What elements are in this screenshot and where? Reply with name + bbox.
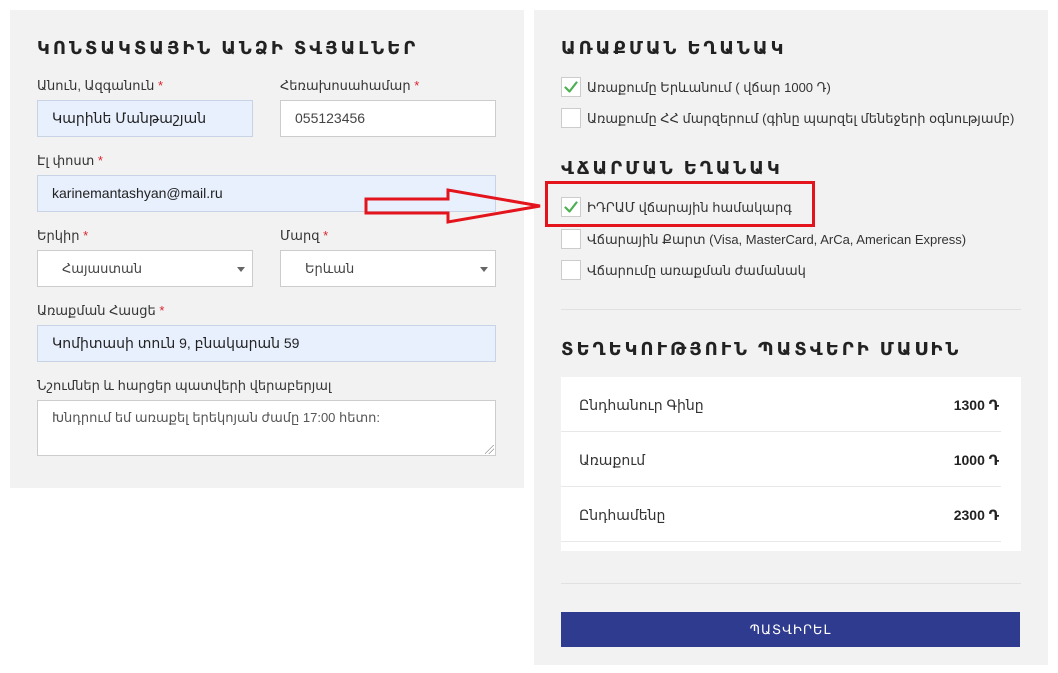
- required-marker: *: [83, 228, 89, 243]
- summary-value: 1000 Դ: [953, 452, 999, 468]
- country-label-text: Երկիր: [37, 228, 80, 243]
- delivery-checkbox-regions[interactable]: [561, 108, 581, 128]
- address-input[interactable]: Կոմիտասի տուն 9, բնակարան 59: [37, 325, 496, 362]
- checkmark-icon: [564, 81, 578, 93]
- divider: [561, 309, 1021, 310]
- region-label: Մարզ *: [280, 228, 328, 244]
- delivery-section-title: ԱՌԱՔՄԱՆ ԵՂԱՆԱԿ: [561, 38, 787, 58]
- notes-text: Խնդրում եմ առաքել երեկոյան ժամը 17:00 հե…: [52, 410, 380, 425]
- required-marker: *: [323, 228, 329, 243]
- summary-row-subtotal: Ընդհանուր Գինը 1300 Դ: [561, 377, 1001, 432]
- divider: [561, 583, 1021, 584]
- summary-value: 2300 Դ: [953, 507, 999, 523]
- country-label: Երկիր *: [37, 228, 88, 244]
- order-info-section-title: ՏԵՂԵԿՈՒԹՅՈՒՆ ՊԱՏՎԵՐԻ ՄԱՍԻՆ: [561, 339, 962, 359]
- delivery-checkbox-yerevan[interactable]: [561, 77, 581, 97]
- summary-value: 1300 Դ: [953, 397, 999, 413]
- red-arrow-annotation: [364, 188, 541, 224]
- summary-row-delivery: Առաքում 1000 Դ: [561, 432, 1001, 487]
- required-marker: *: [159, 303, 165, 318]
- row-separator: [561, 541, 1001, 542]
- notes-label: Նշումներ և հարցեր պատվերի վերաբերյալ: [37, 378, 332, 393]
- order-options-panel: ԱՌԱՔՄԱՆ ԵՂԱՆԱԿ Առաքումը Երևանում ( վճար …: [534, 10, 1048, 665]
- place-order-button[interactable]: ՊԱՏՎԻՐԵԼ: [561, 612, 1020, 647]
- phone-label: Հեռախոսահամար *: [280, 78, 419, 94]
- name-input[interactable]: Կարինե Մանթաշյան: [37, 100, 253, 137]
- country-select[interactable]: Հայաստան: [37, 250, 253, 287]
- email-label: Էլ փոստ *: [37, 153, 103, 169]
- summary-row-total: Ընդհամենը 2300 Դ: [561, 487, 1001, 542]
- region-select[interactable]: Երևան: [280, 250, 496, 287]
- order-summary-table: Ընդհանուր Գինը 1300 Դ Առաքում 1000 Դ Ընդ…: [561, 377, 1021, 551]
- required-marker: *: [157, 78, 164, 93]
- payment-checkbox-cash[interactable]: [561, 260, 581, 280]
- contact-details-panel: ԿՈՆՏԱԿՏԱՅԻՆ ԱՆՁԻ ՏՎՅԱԼՆԵՐ Անուն, Ազգանու…: [10, 10, 524, 488]
- summary-label: Ընդհանուր Գինը: [579, 397, 704, 413]
- name-label-text: Անուն, Ազգանուն: [37, 78, 155, 93]
- summary-label: Առաքում: [579, 452, 646, 468]
- delivery-option-label: Առաքումը Երևանում ( վճար 1000 Դ): [587, 80, 831, 95]
- red-highlight-box: [545, 181, 815, 227]
- email-label-text: Էլ փոստ: [37, 153, 95, 168]
- phone-label-text: Հեռախոսահամար: [280, 78, 411, 93]
- address-label: Առաքման Հասցե *: [37, 303, 164, 319]
- required-marker: *: [97, 153, 103, 168]
- payment-checkbox-card[interactable]: [561, 229, 581, 249]
- address-label-text: Առաքման Հասցե: [37, 303, 156, 318]
- contact-section-title: ԿՈՆՏԱԿՏԱՅԻՆ ԱՆՁԻ ՏՎՅԱԼՆԵՐ: [37, 38, 419, 58]
- dropdown-caret-icon: [480, 267, 488, 272]
- name-label: Անուն, Ազգանուն *: [37, 78, 163, 94]
- payment-option-label: Վճարումը առաքման ժամանակ: [587, 263, 806, 278]
- summary-label: Ընդհամենը: [579, 507, 666, 523]
- notes-textarea[interactable]: Խնդրում եմ առաքել երեկոյան ժամը 17:00 հե…: [37, 400, 496, 456]
- payment-option-label: Վճարային Քարտ (Visa, MasterCard, ArCa, A…: [587, 232, 967, 247]
- payment-section-title: ՎՃԱՐՄԱՆ ԵՂԱՆԱԿ: [561, 158, 783, 178]
- required-marker: *: [414, 78, 420, 93]
- phone-input[interactable]: 055123456: [280, 100, 496, 137]
- region-label-text: Մարզ: [280, 228, 320, 243]
- country-selected-value: Հայաստան: [62, 261, 142, 276]
- dropdown-caret-icon: [237, 267, 245, 272]
- region-selected-value: Երևան: [305, 261, 355, 276]
- resize-handle-icon[interactable]: [485, 445, 494, 454]
- delivery-option-label: Առաքումը ՀՀ մարզերում (գինը պարզել մենեջ…: [587, 111, 1015, 126]
